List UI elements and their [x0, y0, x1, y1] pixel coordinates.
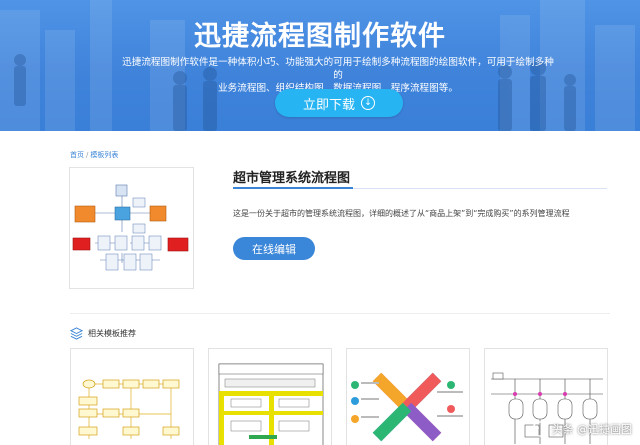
card-preview-image — [218, 363, 324, 445]
arrow-down-circle-icon: ↓ — [361, 96, 375, 110]
flowchart-preview-image — [72, 184, 189, 271]
related-templates-header: 相关模板推荐 — [70, 327, 136, 340]
related-template-card-2[interactable] — [208, 348, 332, 445]
watermark: 头条 @迅捷画图 — [531, 421, 633, 437]
hero-title: 迅捷流程图制作软件 — [194, 21, 446, 52]
watermark-logo-icon — [531, 421, 548, 437]
breadcrumb-separator: / — [86, 151, 89, 159]
hero-description-line1: 迅捷流程图制作软件是一种体积小巧、功能强大的可用于绘制多种流程图的绘图软件，可用… — [122, 57, 554, 81]
breadcrumb: 首页 / 模板列表 — [70, 150, 118, 160]
online-edit-button-label: 在线编辑 — [252, 242, 296, 256]
section-divider — [70, 313, 610, 314]
watermark-text: 头条 @迅捷画图 — [551, 423, 633, 436]
template-title: 超市管理系统流程图 — [233, 171, 351, 186]
card-preview-image — [351, 372, 463, 442]
card-preview-image — [78, 379, 180, 439]
breadcrumb-home-link[interactable]: 首页 — [70, 151, 84, 159]
related-template-card-1[interactable] — [70, 348, 194, 445]
hero-banner: 迅捷流程图制作软件 迅捷流程图制作软件是一种体积小巧、功能强大的可用于绘制多种流… — [0, 0, 640, 131]
template-thumbnail[interactable] — [69, 167, 194, 289]
download-button[interactable]: 立即下载 ↓ — [275, 89, 403, 117]
download-button-label: 立即下载 — [302, 97, 355, 113]
title-underline — [233, 187, 607, 189]
related-template-card-3[interactable] — [346, 348, 470, 445]
breadcrumb-current-link[interactable]: 模板列表 — [90, 151, 118, 159]
online-edit-button[interactable]: 在线编辑 — [233, 237, 315, 260]
related-templates-heading: 相关模板推荐 — [88, 329, 136, 338]
related-templates-list — [70, 348, 610, 445]
layers-icon — [70, 327, 83, 340]
template-description: 这是一份关于超市的管理系统流程图，详细的概述了从“商品上架”到“完成购买”的系列… — [233, 209, 570, 218]
